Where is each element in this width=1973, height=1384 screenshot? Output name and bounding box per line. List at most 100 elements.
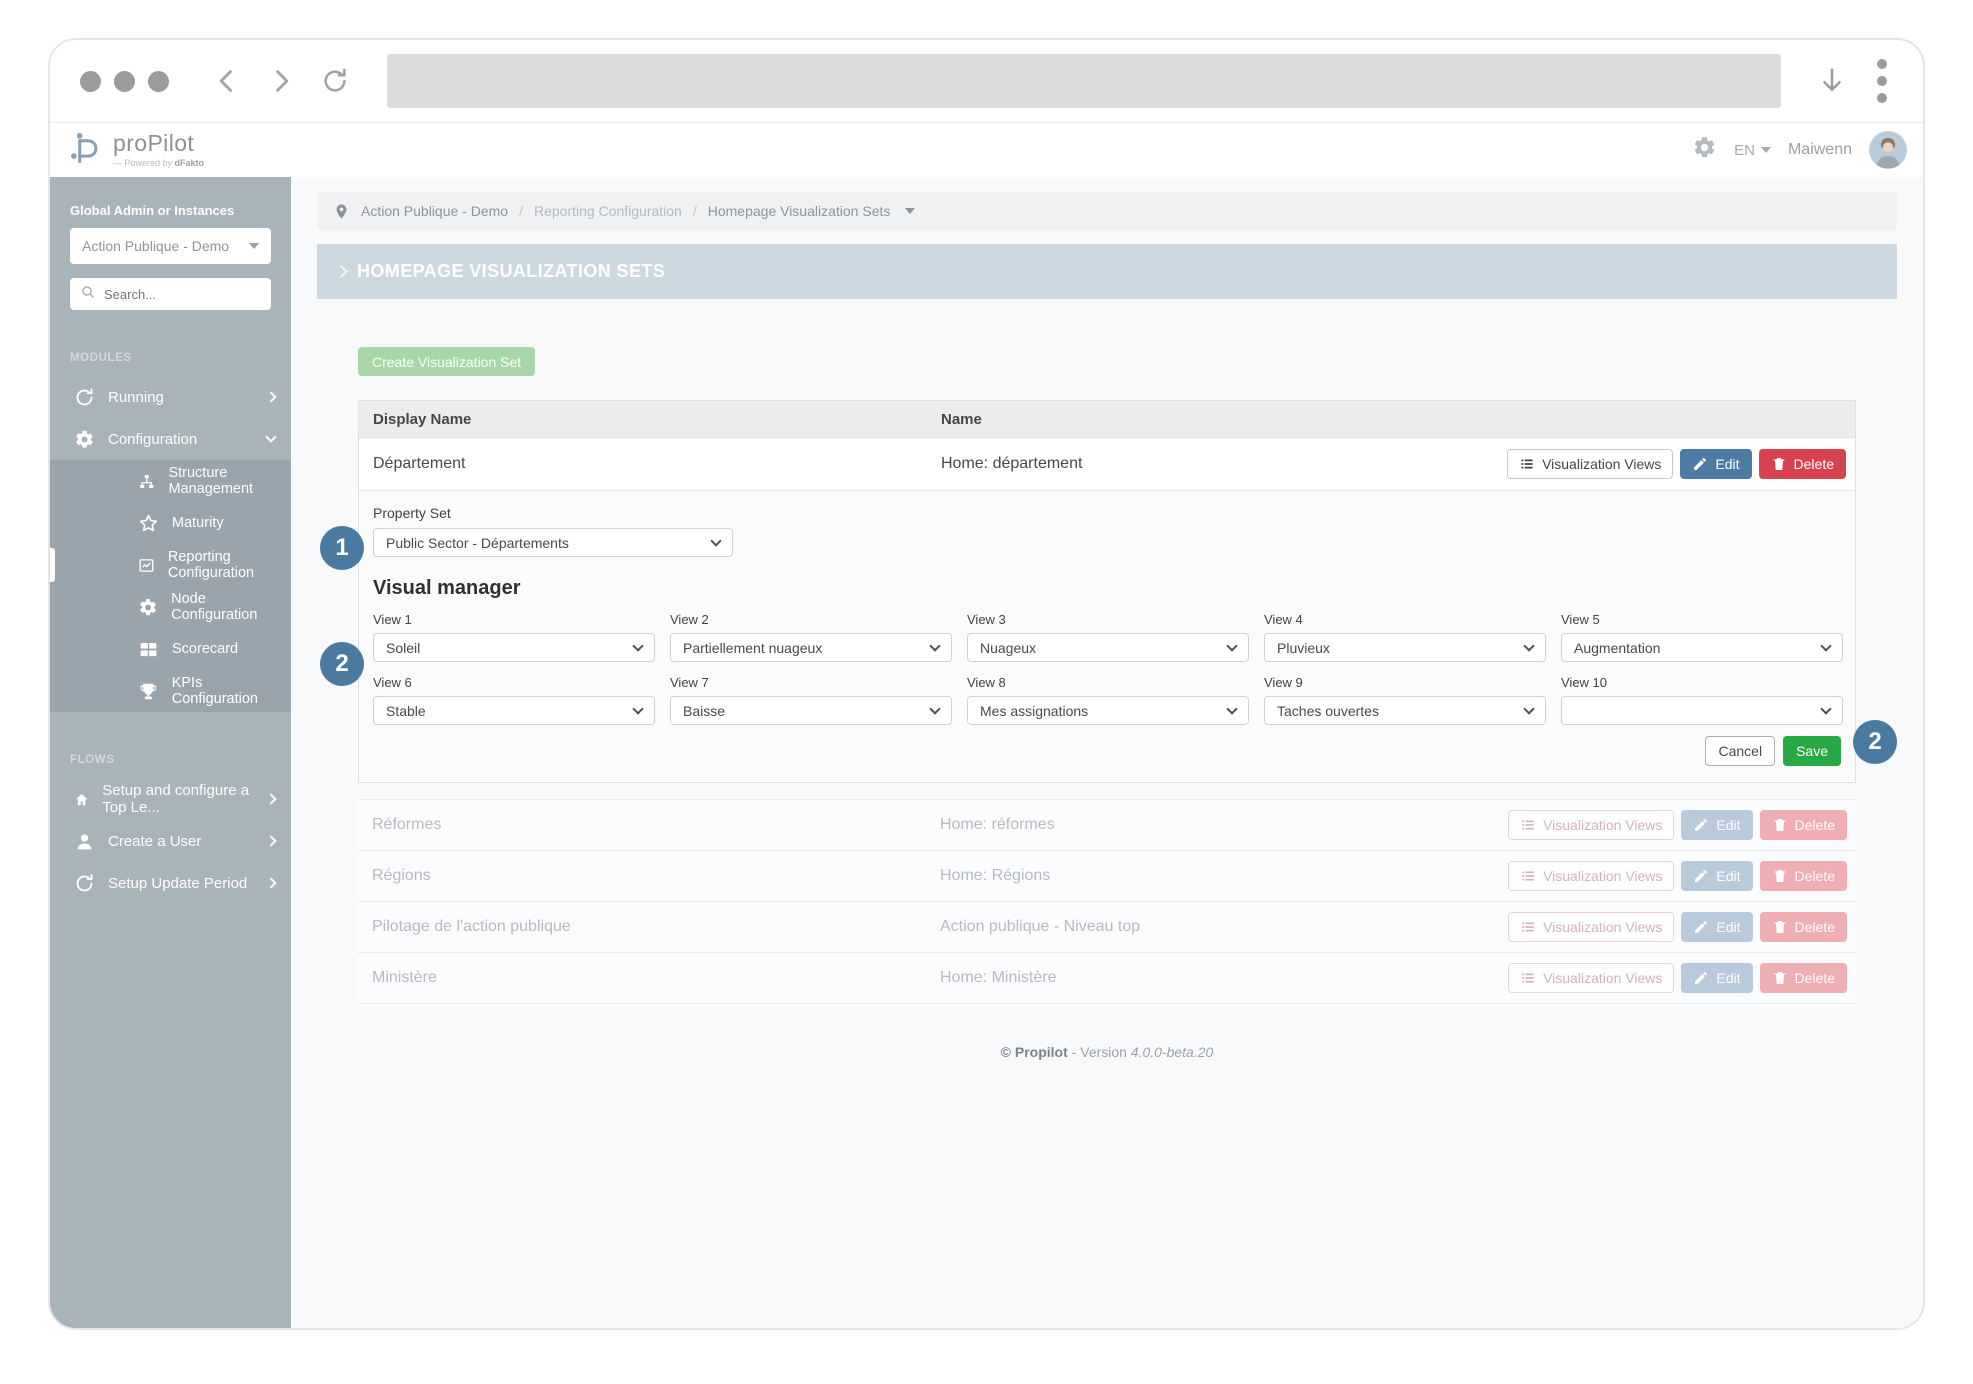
delete-button-disabled: Delete	[1760, 810, 1847, 840]
breadcrumb-item[interactable]: Action Publique - Demo	[361, 203, 508, 219]
sidebar-item-label: Configuration	[108, 431, 197, 448]
sidebar-item-create-a-user[interactable]: Create a User	[50, 820, 291, 862]
chevron-down-icon[interactable]	[905, 208, 915, 214]
instance-select[interactable]: Action Publique - Demo	[70, 228, 271, 264]
row-display-name: Réformes	[358, 816, 940, 834]
window-dot-icon[interactable]	[148, 71, 169, 92]
view-2-select[interactable]: Partiellement nuageux	[670, 633, 952, 662]
view-5-select[interactable]: Augmentation	[1561, 633, 1843, 662]
sidebar-item-running[interactable]: Running	[50, 376, 291, 418]
delete-button[interactable]: Delete	[1759, 449, 1846, 479]
visualization-views-button-disabled: Visualization Views	[1508, 810, 1674, 840]
url-bar[interactable]	[387, 54, 1781, 108]
refresh-icon[interactable]	[321, 66, 351, 96]
footer-brand: © Propilot	[1001, 1044, 1068, 1060]
main-content: Action Publique - Demo / Reporting Confi…	[291, 177, 1923, 1328]
row-name: Action publique - Niveau top	[940, 918, 1508, 936]
create-visualization-set-button[interactable]: Create Visualization Set	[358, 347, 535, 376]
refresh-icon	[74, 387, 95, 408]
download-icon[interactable]	[1817, 66, 1847, 96]
visualization-views-button[interactable]: Visualization Views	[1507, 449, 1673, 479]
sidebar-item-configuration[interactable]: Configuration	[50, 418, 291, 460]
star-icon	[138, 513, 159, 534]
location-pin-icon	[333, 203, 350, 220]
footer-version-label: - Version	[1072, 1044, 1127, 1060]
delete-button-disabled: Delete	[1760, 912, 1847, 942]
chevron-right-icon	[265, 391, 276, 402]
chevron-down-icon	[1820, 640, 1831, 651]
sidebar-item-structure-management[interactable]: Structure Management	[50, 460, 291, 502]
view-field: View 8Mes assignations	[967, 675, 1249, 725]
powered-by: — Powered by dFakto	[113, 158, 204, 168]
view-6-select[interactable]: Stable	[373, 696, 655, 725]
chevron-down-icon	[1523, 703, 1534, 714]
visualization-set-editor: Property Set Public Sector - Département…	[359, 490, 1855, 782]
chevron-down-icon	[1761, 147, 1771, 153]
table-row: Département Home: département Visualizat…	[359, 438, 1855, 490]
annotation-step-badge: 2	[1853, 720, 1897, 764]
edit-button-disabled: Edit	[1681, 912, 1752, 942]
sidebar-item-setup-update-period[interactable]: Setup Update Period	[50, 862, 291, 904]
sidebar-item-reporting-configuration[interactable]: Reporting Configuration	[50, 544, 291, 586]
chevron-down-icon	[929, 640, 940, 651]
chevron-down-icon	[632, 640, 643, 651]
view-1-select[interactable]: Soleil	[373, 633, 655, 662]
table-row-disabled: Ministère Home: Ministère Visualization …	[358, 953, 1856, 1004]
breadcrumb-separator: /	[519, 203, 523, 219]
sidebar-item-setup-top-level[interactable]: Setup and configure a Top Le...	[50, 778, 291, 820]
view-field: View 9Taches ouvertes	[1264, 675, 1546, 725]
sidebar-item-kpis-configuration[interactable]: KPIs Configuration	[50, 670, 291, 712]
cancel-button[interactable]: Cancel	[1705, 736, 1775, 766]
row-name: Home: réformes	[940, 816, 1508, 834]
breadcrumb-item[interactable]: Homepage Visualization Sets	[708, 203, 891, 219]
chart-icon	[138, 555, 155, 576]
sidebar-search	[70, 278, 271, 310]
view-8-select[interactable]: Mes assignations	[967, 696, 1249, 725]
view-7-select[interactable]: Baisse	[670, 696, 952, 725]
edit-button-disabled: Edit	[1681, 861, 1752, 891]
app-header: proPilot — Powered by dFakto EN Maiwenn	[50, 122, 1923, 177]
pencil-icon	[1693, 868, 1709, 884]
visualization-views-button-disabled: Visualization Views	[1508, 963, 1674, 993]
sidebar-item-label: Running	[108, 389, 164, 406]
save-button[interactable]: Save	[1783, 736, 1841, 766]
property-set-select[interactable]: Public Sector - Départements	[373, 528, 733, 557]
user-name[interactable]: Maiwenn	[1788, 141, 1852, 159]
visualization-views-button-disabled: Visualization Views	[1508, 861, 1674, 891]
chevron-down-icon	[265, 431, 276, 442]
back-icon[interactable]	[213, 66, 243, 96]
avatar[interactable]	[1869, 131, 1907, 169]
sidebar-item-node-configuration[interactable]: Node Configuration	[50, 586, 291, 628]
sidebar: Global Admin or Instances Action Publiqu…	[50, 177, 291, 1328]
breadcrumb-item[interactable]: Reporting Configuration	[534, 203, 682, 219]
row-display-name: Département	[359, 455, 941, 473]
browser-toolbar	[50, 40, 1923, 122]
sidebar-item-maturity[interactable]: Maturity	[50, 502, 291, 544]
chevron-right-icon	[265, 835, 276, 846]
pencil-icon	[1692, 456, 1708, 472]
pencil-icon	[1693, 919, 1709, 935]
trash-icon	[1772, 919, 1788, 935]
view-9-select[interactable]: Taches ouvertes	[1264, 696, 1546, 725]
instances-heading: Global Admin or Instances	[70, 203, 271, 218]
chevron-right-icon	[265, 793, 276, 804]
table-row-disabled: Régions Home: Régions Visualization View…	[358, 851, 1856, 902]
row-name: Home: Régions	[940, 867, 1508, 885]
row-display-name: Pilotage de l'action publique	[358, 918, 940, 936]
property-set-value: Public Sector - Départements	[386, 535, 569, 551]
view-field: View 1Soleil	[373, 612, 655, 662]
window-dot-icon[interactable]	[80, 71, 101, 92]
forward-icon[interactable]	[267, 66, 297, 96]
sidebar-item-label: KPIs Configuration	[172, 675, 291, 707]
browser-menu-icon[interactable]	[1877, 59, 1893, 103]
sidebar-item-scorecard[interactable]: Scorecard	[50, 628, 291, 670]
settings-gear-icon[interactable]	[1692, 135, 1717, 165]
search-input[interactable]	[104, 287, 261, 302]
view-3-select[interactable]: Nuageux	[967, 633, 1249, 662]
view-10-select[interactable]	[1561, 696, 1843, 725]
language-selector[interactable]: EN	[1734, 142, 1771, 159]
edit-button[interactable]: Edit	[1680, 449, 1751, 479]
sidebar-item-label: Maturity	[172, 515, 224, 531]
window-dot-icon[interactable]	[114, 71, 135, 92]
view-4-select[interactable]: Pluvieux	[1264, 633, 1546, 662]
